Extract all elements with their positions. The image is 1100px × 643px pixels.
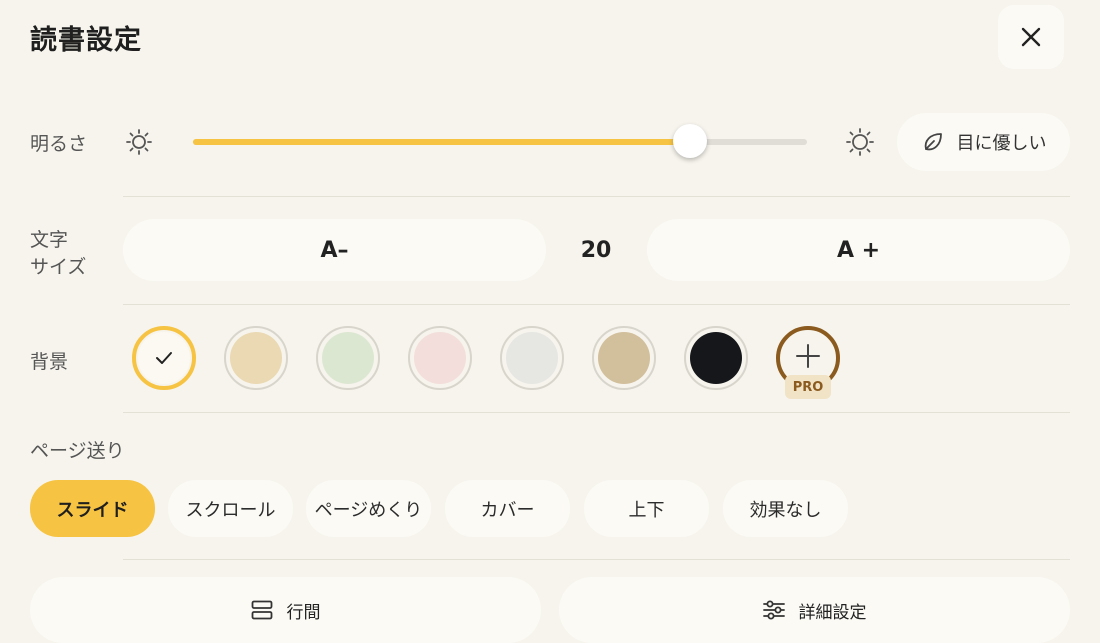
swatch-fill [506,332,558,384]
page-turn-curl[interactable]: ページめくり [306,480,431,537]
background-swatch-cream[interactable] [132,326,196,390]
swatch-fill [138,332,190,384]
divider [123,412,1070,413]
font-size-label-line2: サイズ [30,256,87,278]
eye-friendly-label: 目に優しい [956,133,1047,154]
close-button[interactable] [998,5,1064,69]
sliders-icon [762,600,785,620]
divider [123,304,1070,305]
page-turn-none[interactable]: 効果なし [723,480,848,537]
eye-friendly-button[interactable]: 目に優しい [897,113,1070,171]
brightness-label: 明るさ [30,133,88,155]
page-turn-cover[interactable]: カバー [445,480,570,537]
leaf-icon [924,133,942,151]
background-swatch-beige[interactable] [224,326,288,390]
font-size-value: 20 [580,237,612,263]
background-label: 背景 [30,351,69,373]
divider [123,196,1070,197]
line-spacing-icon [251,600,272,620]
background-swatch-pink[interactable] [408,326,472,390]
background-swatch-gray[interactable] [500,326,564,390]
page-turn-vertical[interactable]: 上下 [584,480,709,537]
swatch-fill [322,332,374,384]
font-increase-button[interactable]: A + [647,219,1070,281]
advanced-settings-label: 詳細設定 [798,602,867,623]
background-swatch-green[interactable] [316,326,380,390]
swatch-fill [230,332,282,384]
page-title: 読書設定 [30,25,142,56]
check-icon [156,352,172,364]
font-decrease-button[interactable]: A– [123,219,546,281]
font-size-label-line1: 文字 [30,229,69,251]
swatch-fill [414,332,466,384]
advanced-settings-button[interactable]: 詳細設定 [559,577,1070,643]
brightness-slider[interactable] [193,139,807,145]
swatch-fill [690,332,742,384]
line-spacing-label: 行間 [286,602,321,623]
page-turn-scroll[interactable]: スクロール [168,480,293,537]
font-size-label: 文字 サイズ [30,227,86,281]
divider [123,559,1070,560]
brightness-slider-fill [193,139,691,145]
sun-bright-icon [846,128,874,156]
brightness-slider-thumb[interactable] [673,124,708,158]
background-swatch-tan[interactable] [592,326,656,390]
pro-badge: PRO [785,375,831,399]
swatch-fill [598,332,650,384]
page-turn-slide[interactable]: スライド [30,480,155,537]
page-turn-label: ページ送り [30,440,125,462]
close-icon [1021,27,1041,47]
line-spacing-button[interactable]: 行間 [30,577,541,643]
background-swatch-black[interactable] [684,326,748,390]
plus-icon [796,344,820,368]
sun-dim-icon [126,129,152,155]
